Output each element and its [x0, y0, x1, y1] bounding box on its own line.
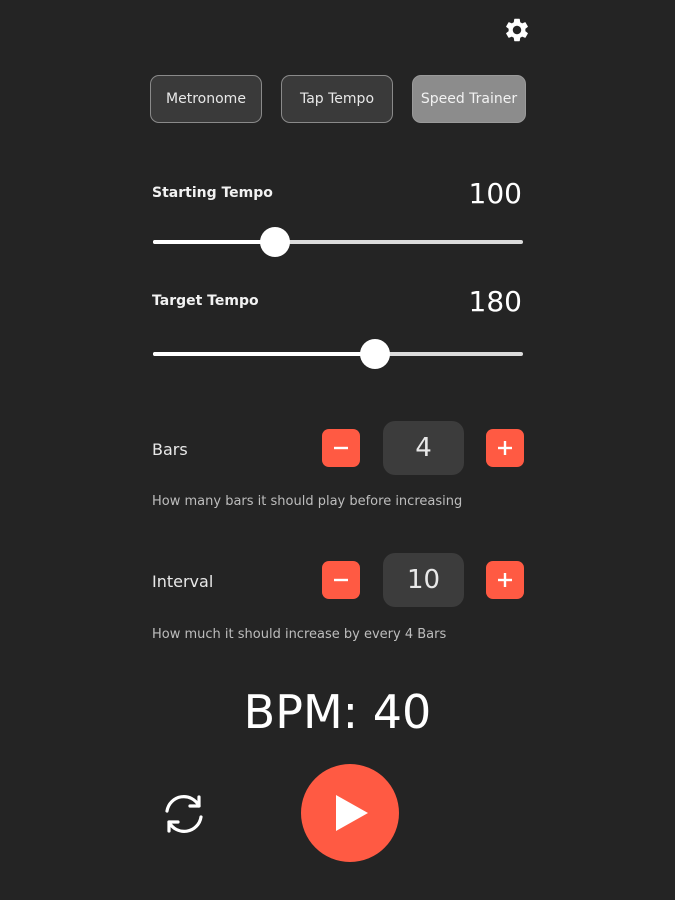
interval-increment-button[interactable]	[486, 561, 524, 599]
bpm-readout: BPM: 40	[243, 685, 432, 739]
minus-icon	[334, 446, 348, 450]
bars-value: 4	[383, 421, 464, 475]
target-tempo-fill	[153, 352, 375, 356]
target-tempo-label: Target Tempo	[152, 293, 259, 309]
bars-hint: How many bars it should play before incr…	[152, 494, 463, 509]
plus-icon	[498, 441, 512, 455]
interval-label: Interval	[152, 572, 214, 591]
bars-decrement-button[interactable]	[322, 429, 360, 467]
starting-tempo-fill	[153, 240, 276, 244]
tab-tap-tempo[interactable]: Tap Tempo	[281, 75, 393, 123]
starting-tempo-label: Starting Tempo	[152, 185, 273, 201]
interval-hint: How much it should increase by every 4 B…	[152, 627, 447, 642]
target-tempo-thumb[interactable]	[360, 339, 390, 369]
tab-speed-trainer[interactable]: Speed Trainer	[412, 75, 526, 123]
play-icon	[336, 795, 368, 831]
settings-gear-icon[interactable]	[503, 16, 531, 44]
bars-increment-button[interactable]	[486, 429, 524, 467]
interval-decrement-button[interactable]	[322, 561, 360, 599]
target-tempo-slider[interactable]	[153, 339, 523, 369]
minus-icon	[334, 578, 348, 582]
target-tempo-value: 180	[468, 285, 522, 318]
interval-value: 10	[383, 553, 464, 607]
starting-tempo-slider[interactable]	[153, 227, 523, 257]
reset-refresh-icon[interactable]	[158, 788, 210, 840]
play-button[interactable]	[301, 764, 399, 862]
plus-icon	[498, 573, 512, 587]
tab-metronome[interactable]: Metronome	[150, 75, 262, 123]
starting-tempo-value: 100	[468, 177, 522, 210]
bars-label: Bars	[152, 440, 188, 459]
starting-tempo-thumb[interactable]	[260, 227, 291, 257]
